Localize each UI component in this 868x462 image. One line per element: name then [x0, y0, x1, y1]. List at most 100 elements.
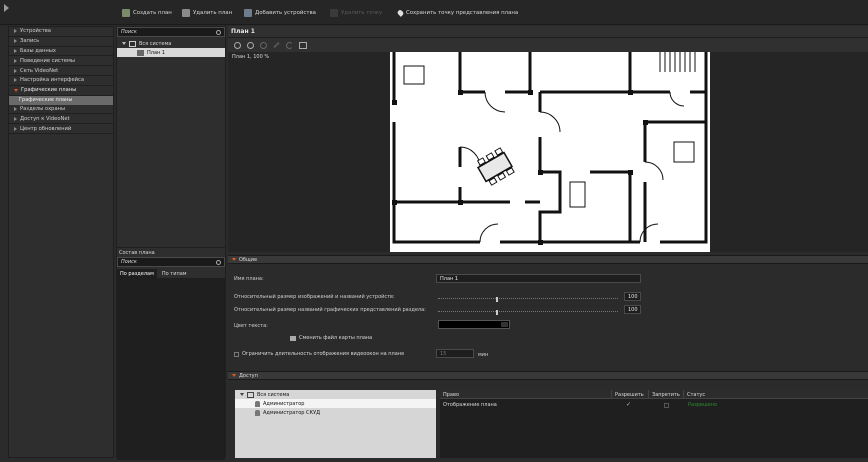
user-icon [255, 400, 260, 407]
plan-title: План 1 [228, 26, 868, 38]
expand-arrow-icon [14, 58, 17, 63]
nav-subitem-graphic-plans[interactable]: Графические планы [9, 95, 113, 105]
access-section: Доступ [228, 371, 868, 380]
expand-arrow-icon [14, 39, 17, 44]
delete-plan-button[interactable]: Удалить план [182, 7, 232, 19]
plan-editor: План 1 План 1, 100 % Общие Имя плана: Пл… [228, 26, 868, 458]
plan-name-label: Имя плана: [234, 276, 264, 282]
limit-duration-checkbox[interactable]: Ограничить длительность отображения виде… [234, 351, 404, 357]
plan-add-icon [122, 9, 130, 17]
folder-icon [129, 40, 136, 47]
device-size-slider[interactable] [438, 297, 618, 304]
zoom-reset-icon[interactable] [260, 41, 267, 49]
nav-item-interface-settings[interactable]: Настройка интерфейса [9, 76, 113, 86]
disabled-action-icon [330, 9, 338, 17]
composition-search-input[interactable]: Поиск [117, 257, 225, 267]
expand-arrow-icon [14, 48, 17, 53]
plan-viewport[interactable]: План 1, 100 % [228, 52, 868, 252]
plan-zoom-label: План 1, 100 % [232, 54, 270, 60]
nav-item-videonet-access[interactable]: Доступ к VideoNet [9, 114, 113, 125]
map-file-icon [290, 335, 296, 341]
nav-item-videonet-network[interactable]: Сеть VideoNet [9, 66, 113, 76]
tree-item-all-system[interactable]: Вся система [117, 39, 225, 48]
general-section-header[interactable]: Общие [228, 255, 868, 264]
section-size-label: Относительный размер названий графически… [234, 307, 426, 313]
expand-arrow-icon [14, 126, 17, 131]
plan-composition-panel: Состав плана Поиск По разделам По типам [117, 247, 225, 460]
access-rights-table: Право Разрешить Запретить Статус Отображ… [440, 390, 868, 458]
column-header-status[interactable]: Статус [684, 390, 868, 399]
status-cell: Разрешено [688, 402, 717, 408]
tree-search-input[interactable]: Поиск [117, 27, 225, 37]
right-name-cell: Отображение плана [443, 402, 497, 408]
zoom-in-icon[interactable] [234, 41, 241, 49]
location-pin-icon [396, 9, 405, 17]
nav-item-security-sections[interactable]: Разделы охраны [9, 105, 113, 115]
collapse-arrow-icon[interactable] [4, 4, 9, 12]
nav-item-system-behavior[interactable]: Поведение системы [9, 56, 113, 67]
devices-add-icon [244, 9, 252, 17]
tree-item-plan-1[interactable]: План 1 [117, 48, 225, 57]
deny-checkbox[interactable] [664, 403, 669, 408]
create-plan-button[interactable]: Создать план [122, 7, 172, 19]
tab-by-types[interactable]: По типам [159, 269, 190, 278]
checkbox[interactable] [234, 351, 239, 357]
rotate-icon[interactable] [286, 41, 293, 49]
table-row[interactable]: Отображение плана ✓ Разрешено [440, 401, 868, 410]
allow-checkbox[interactable]: ✓ [626, 401, 631, 408]
plan-toolbar [228, 38, 868, 52]
column-header-deny[interactable]: Запретить [649, 390, 684, 399]
plan-composition-title: Состав плана [119, 249, 155, 256]
device-size-input[interactable]: 100 [624, 292, 641, 301]
expand-arrow-icon [14, 78, 17, 83]
plans-tree-panel: Поиск Вся система План 1 Состав плана По… [116, 26, 226, 460]
access-users-tree: Вся система Администратор Администратор … [235, 390, 436, 458]
top-toolbar: Создать план Удалить план Добавить устро… [0, 0, 868, 25]
plan-delete-icon [182, 9, 190, 17]
section-size-slider[interactable] [438, 310, 618, 317]
expand-arrow-icon [14, 29, 17, 34]
floor-plan-image [390, 52, 710, 252]
access-user-admin[interactable]: Администратор [235, 399, 436, 408]
nav-item-graphic-plans[interactable]: Графические планы [9, 86, 113, 96]
composition-list [117, 278, 225, 460]
expand-arrow-icon [14, 106, 17, 111]
slider-thumb[interactable] [496, 297, 498, 302]
access-section-header[interactable]: Доступ [228, 371, 868, 380]
section-size-input[interactable]: 100 [624, 305, 641, 314]
add-devices-button[interactable]: Добавить устройства [244, 7, 316, 19]
nav-item-devices[interactable]: Устройства [9, 27, 113, 37]
collapse-arrow-icon [14, 88, 18, 92]
collapse-arrow-icon [232, 258, 236, 261]
composition-tabs: По разделам По типам [117, 269, 225, 278]
search-icon [216, 29, 221, 35]
change-map-file-button[interactable]: Сменить файл карты плана [290, 335, 372, 341]
user-icon [255, 409, 260, 416]
access-user-acs-admin[interactable]: Администратор СКУД [235, 408, 436, 417]
column-header-right[interactable]: Право [440, 390, 612, 399]
collapse-arrow-icon [122, 42, 126, 45]
plan-name-input[interactable]: План 1 [436, 274, 641, 283]
device-size-label: Относительный размер изображений и назва… [234, 294, 395, 300]
dropdown-arrow-icon [501, 322, 508, 327]
nav-item-databases[interactable]: Базы данных [9, 47, 113, 57]
tab-by-sections[interactable]: По разделам [117, 269, 157, 278]
nav-item-update-center[interactable]: Центр обновлений [9, 124, 113, 134]
save-view-point-button[interactable]: Сохранить точку представления плана [396, 7, 518, 19]
text-color-label: Цвет текста: [234, 323, 268, 329]
expand-arrow-icon [14, 116, 17, 121]
zoom-out-icon[interactable] [247, 41, 254, 49]
column-header-allow[interactable]: Разрешить [612, 390, 649, 399]
nav-item-recording[interactable]: Запись [9, 37, 113, 47]
access-tree-root[interactable]: Вся система [235, 390, 436, 399]
search-icon [216, 259, 221, 265]
slider-thumb[interactable] [496, 310, 498, 315]
disabled-toolbar-button[interactable]: Удалить точку [330, 7, 382, 19]
text-color-picker[interactable] [438, 320, 510, 329]
edit-icon[interactable] [273, 41, 280, 49]
expand-arrow-icon [14, 68, 17, 73]
limit-unit-label: мин [478, 352, 489, 358]
plan-icon [137, 49, 144, 56]
fit-to-screen-icon[interactable] [299, 41, 307, 49]
limit-duration-input[interactable]: 15 [436, 349, 474, 358]
